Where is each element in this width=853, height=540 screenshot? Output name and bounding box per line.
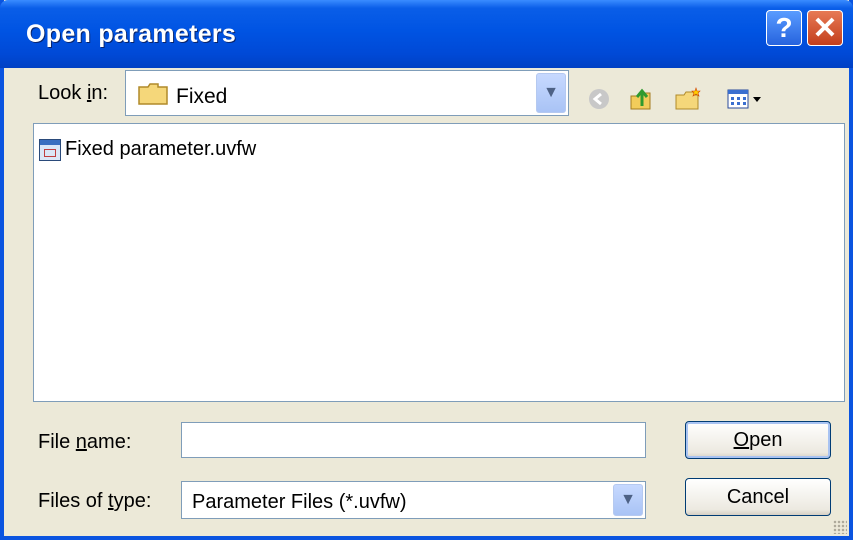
folder-icon xyxy=(138,83,168,105)
help-button[interactable]: ? xyxy=(766,10,802,46)
back-arrow-icon[interactable] xyxy=(584,84,614,114)
resize-grip[interactable] xyxy=(833,520,847,534)
file-name-label: Fixed parameter.uvfw xyxy=(65,138,257,160)
title-bar[interactable]: Open parameters ? ✕ xyxy=(0,0,853,68)
views-menu-icon[interactable] xyxy=(724,84,768,114)
look-in-dropdown[interactable]: Fixed ▼ xyxy=(125,70,569,116)
close-icon: ✕ xyxy=(812,11,838,45)
file-name-input[interactable] xyxy=(181,422,646,458)
parameter-file-icon xyxy=(39,138,61,161)
new-folder-icon[interactable] xyxy=(673,84,703,114)
list-item[interactable]: Fixed parameter.uvfw xyxy=(39,138,256,161)
files-of-type-label: Files of type: xyxy=(38,490,152,512)
look-in-value: Fixed xyxy=(176,85,228,108)
file-list[interactable]: Fixed parameter.uvfw xyxy=(33,123,845,402)
chevron-down-icon[interactable]: ▼ xyxy=(536,73,566,113)
files-of-type-value: Parameter Files (*.uvfw) xyxy=(192,491,407,513)
open-button[interactable]: Open xyxy=(685,421,831,459)
open-parameters-dialog: Open parameters ? ✕ Look in: Fixed ▼ Fix… xyxy=(0,0,853,540)
close-button[interactable]: ✕ xyxy=(807,10,843,46)
up-folder-icon[interactable] xyxy=(626,84,656,114)
look-in-label: Look in: xyxy=(38,82,109,104)
files-of-type-dropdown[interactable]: Parameter Files (*.uvfw) ▼ xyxy=(181,481,646,519)
chevron-down-icon[interactable]: ▼ xyxy=(613,484,643,516)
help-icon: ? xyxy=(775,12,793,43)
file-name-label: File name: xyxy=(38,431,132,453)
window-title: Open parameters xyxy=(26,20,237,48)
cancel-button[interactable]: Cancel xyxy=(685,478,831,516)
